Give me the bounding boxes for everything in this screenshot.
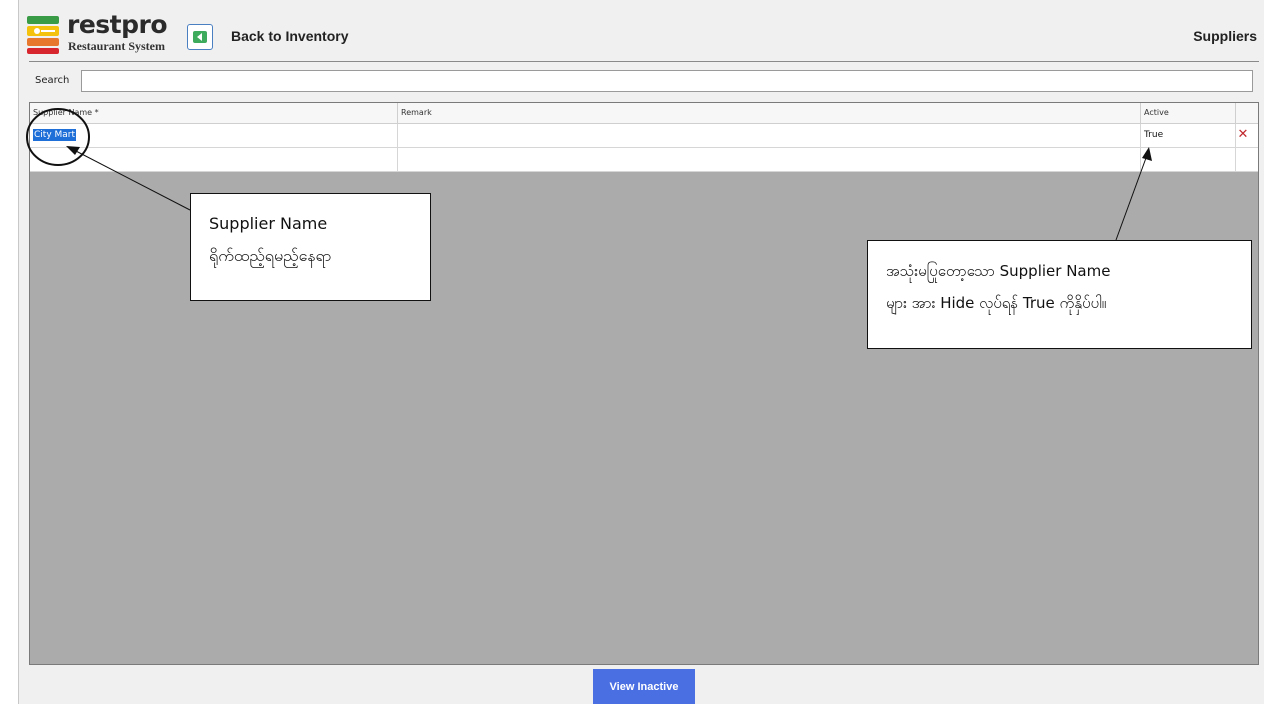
supplier-name-cell[interactable]: City Mart [30, 124, 398, 147]
back-to-inventory-link[interactable]: Back to Inventory [231, 28, 348, 44]
callout1-line1: Supplier Name [209, 214, 328, 233]
annotation-callout-supplier-name: Supplier Name ရိုက်ထည့်ရမည့်နေရာ [190, 193, 431, 301]
search-label: Search [35, 75, 70, 86]
back-button[interactable] [187, 24, 213, 50]
new-supplier-name-cell[interactable] [30, 148, 398, 171]
grid-header: Supplier Name * Remark Active [30, 103, 1258, 124]
remark-cell[interactable] [398, 124, 1141, 147]
new-remark-cell[interactable] [398, 148, 1141, 171]
logo-subtitle: Restaurant System [68, 39, 165, 53]
table-row[interactable]: City Mart True ✕ [30, 124, 1258, 148]
new-row[interactable] [30, 148, 1258, 172]
column-supplier-name[interactable]: Supplier Name * [30, 103, 398, 123]
header-divider [29, 61, 1259, 62]
active-cell[interactable]: True [1141, 124, 1236, 147]
callout2-line2: များ အား Hide လုပ်ရန် True ကိုနှိပ်ပါ။ [886, 294, 1107, 312]
annotation-callout-active: အသုံးမပြုတော့သော Supplier Name များ အား … [867, 240, 1252, 349]
logo-name: restpro [67, 10, 168, 39]
callout1-line2: ရိုက်ထည့်ရမည့်နေရာ [209, 246, 332, 265]
app-window: restpro Restaurant System Back to Invent… [18, 0, 1264, 704]
back-arrow-icon [193, 31, 207, 43]
column-active[interactable]: Active [1141, 103, 1236, 123]
column-remark[interactable]: Remark [398, 103, 1141, 123]
restpro-logo: restpro Restaurant System [27, 10, 187, 60]
page-title: Suppliers [1193, 28, 1257, 44]
header: restpro Restaurant System Back to Invent… [19, 0, 1264, 62]
suppliers-grid: Supplier Name * Remark Active City Mart … [29, 102, 1259, 665]
callout2-line1: အသုံးမပြုတော့သော Supplier Name [886, 262, 1111, 280]
new-active-cell[interactable] [1141, 148, 1236, 171]
search-input[interactable] [81, 70, 1253, 92]
view-inactive-button[interactable]: View Inactive [593, 669, 695, 704]
logo-icon [27, 16, 59, 54]
supplier-name-value[interactable]: City Mart [33, 129, 77, 141]
delete-icon[interactable]: ✕ [1235, 127, 1251, 143]
